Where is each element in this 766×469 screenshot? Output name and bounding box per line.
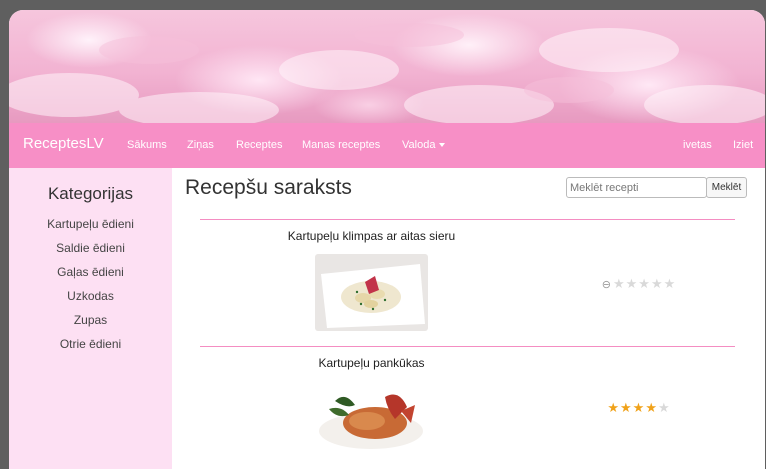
star-icon[interactable]: ★ [626,276,639,291]
star-icon[interactable]: ★ [613,276,626,291]
caret-down-icon [439,143,446,148]
dumplings-photo [315,254,428,331]
rating-stars[interactable]: ★★★★★ [569,400,709,416]
page: ReceptesLV Sākums Ziņas Receptes Manas r… [9,10,765,469]
star-icon[interactable]: ★ [607,400,620,415]
rating-stars[interactable]: ⊖★★★★★ [569,276,709,292]
search-input[interactable] [566,177,707,198]
header-banner [9,10,765,123]
pancakes-photo [315,379,428,452]
logout-link[interactable]: Iziet [733,139,753,151]
sidebar-title: Kategorijas [47,184,134,203]
star-icon[interactable]: ★ [651,276,664,291]
star-icon[interactable]: ★ [645,400,658,415]
star-icon[interactable]: ★ [638,276,651,291]
nav-link-my-recipes[interactable]: Manas receptes [302,139,380,151]
category-link[interactable]: Gaļas ēdieni [9,265,172,279]
divider [200,346,735,347]
recipe-title-link[interactable]: Kartupeļu klimpas ar aitas sieru [239,229,504,243]
category-link[interactable]: Kartupeļu ēdieni [9,217,172,231]
navbar: ReceptesLV Sākums Ziņas Receptes Manas r… [9,123,765,168]
page-title: Recepšu saraksts [185,176,352,199]
language-dropdown[interactable]: Valoda [402,139,446,151]
clouds-illustration [9,23,765,123]
brand-link[interactable]: ReceptesLV [23,135,104,152]
nav-link-news[interactable]: Ziņas [187,139,214,151]
cancel-rating-icon[interactable]: ⊖ [602,279,612,291]
recipe-image[interactable] [315,379,428,452]
recipe-image[interactable] [315,254,428,331]
user-link[interactable]: ivetas [683,139,712,151]
star-icon[interactable]: ★ [620,400,633,415]
category-link[interactable]: Saldie ēdieni [9,241,172,255]
search-button[interactable]: Meklēt [706,177,747,198]
nav-link-recipes[interactable]: Receptes [236,139,282,151]
nav-link-home[interactable]: Sākums [127,139,167,151]
category-link[interactable]: Zupas [9,313,172,327]
star-icon[interactable]: ★ [664,276,677,291]
recipe-title-link[interactable]: Kartupeļu pankūkas [239,356,504,370]
language-label: Valoda [402,139,436,151]
divider [200,219,735,220]
category-sidebar: Kategorijas Kartupeļu ēdieni Saldie ēdie… [9,168,172,469]
star-icon[interactable]: ★ [658,400,671,415]
category-link[interactable]: Uzkodas [9,289,172,303]
category-link[interactable]: Otrie ēdieni [9,337,172,351]
star-icon[interactable]: ★ [633,400,646,415]
